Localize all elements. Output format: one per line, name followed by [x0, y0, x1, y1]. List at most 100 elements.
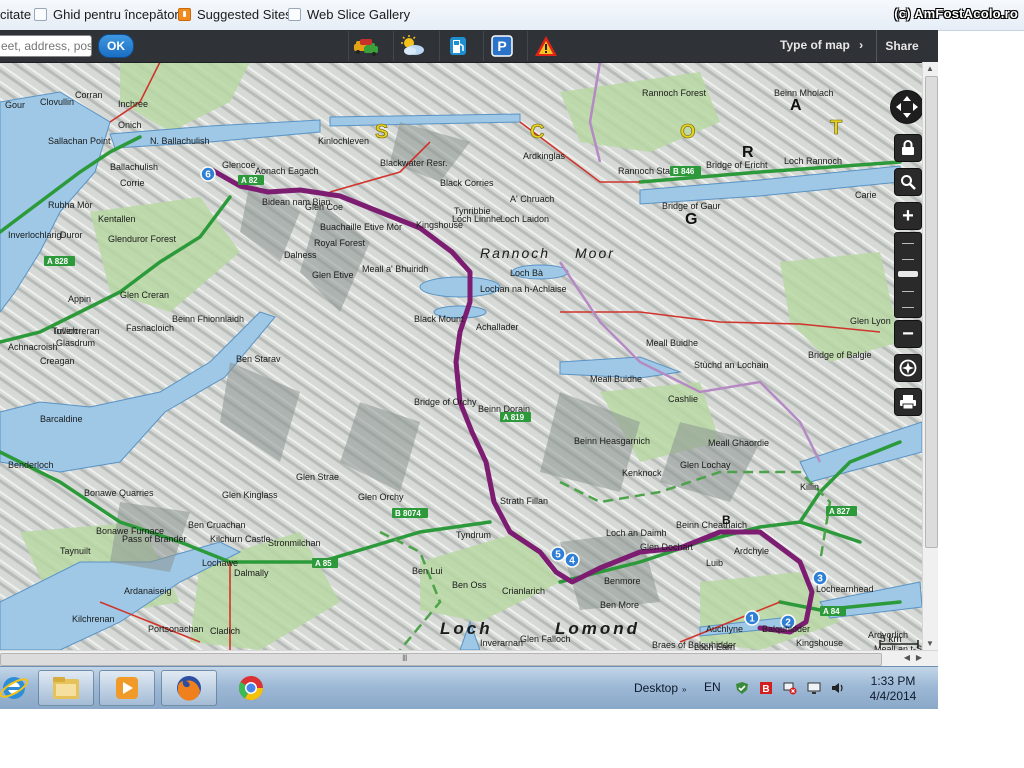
map-label-loch: Loch: [440, 619, 493, 638]
favorite-label: Suggested Sites: [197, 7, 292, 22]
network-error-icon[interactable]: [782, 680, 798, 696]
warning-icon: [535, 36, 557, 56]
route-marker-6[interactable]: 6: [200, 166, 216, 182]
taskbar-chrome[interactable]: [223, 670, 279, 706]
svg-text:B: B: [762, 684, 769, 695]
map-label-rannoch: Rannoch: [480, 245, 550, 261]
place-label: Ben Cruachan: [188, 520, 246, 530]
print-button[interactable]: [894, 388, 922, 416]
scroll-left-icon[interactable]: ◀: [904, 653, 910, 662]
place-label: Glen Dochart: [640, 542, 694, 552]
place-label: Glen Coe: [305, 202, 343, 212]
map-label-r: R: [742, 144, 754, 161]
system-clock[interactable]: 1:33 PM 4/4/2014: [862, 674, 924, 704]
layers-button[interactable]: [894, 354, 922, 382]
place-label: Tullich: [52, 326, 78, 336]
route-marker-1[interactable]: 1: [744, 610, 760, 626]
pan-icon: [896, 96, 918, 118]
place-label: Dalness: [284, 250, 317, 260]
place-label: Creagan: [40, 356, 75, 366]
place-label: Crianlarich: [502, 586, 545, 596]
map-search-button[interactable]: [894, 168, 922, 196]
place-label: Loch Bà: [510, 268, 543, 278]
place-label: Taynuilt: [60, 546, 91, 556]
zoom-in-button[interactable]: +: [894, 202, 922, 230]
road-code-shield: A 82: [238, 175, 264, 185]
zoom-out-button[interactable]: −: [894, 320, 922, 348]
place-label: Black Mount: [414, 314, 464, 324]
lock-button[interactable]: [894, 134, 922, 162]
place-label: Appin: [68, 294, 91, 304]
page-icon: [288, 8, 301, 21]
zoom-slider[interactable]: [894, 232, 922, 318]
desktop-toolbar-label[interactable]: Desktop: [634, 681, 678, 695]
taskbar-internet-explorer[interactable]: [0, 670, 42, 706]
place-label: Achallader: [476, 322, 519, 332]
language-indicator[interactable]: EN: [704, 680, 721, 694]
place-label: Ben More: [600, 600, 639, 610]
internet-explorer-icon: [0, 677, 29, 699]
place-label: Ben Lui: [412, 566, 443, 576]
share-button[interactable]: Share: [876, 30, 927, 62]
svg-text:A 84: A 84: [823, 607, 840, 616]
security-icon[interactable]: [734, 680, 750, 696]
pan-control[interactable]: [890, 90, 924, 124]
place-label: Royal Forest: [314, 238, 366, 248]
taskbar-media-player[interactable]: [99, 670, 155, 706]
favorites-bar: citate Ghid pentru începători Suggested …: [0, 0, 1024, 31]
place-label: Kentallen: [98, 214, 136, 224]
place-label: Beinn Fhionnlaidh: [172, 314, 244, 324]
clock-date: 4/4/2014: [869, 689, 917, 703]
vertical-scrollbar[interactable]: ▲ ▼: [922, 62, 938, 650]
suggested-sites-icon: [178, 8, 191, 21]
horizontal-scroll-thumb[interactable]: [0, 653, 882, 666]
route-marker-3[interactable]: 3: [812, 570, 828, 586]
route-marker-5[interactable]: 5: [550, 546, 566, 562]
place-label: Inverarnan: [480, 638, 523, 648]
fuel-button[interactable]: [439, 31, 476, 61]
volume-icon[interactable]: [830, 680, 846, 696]
traffic-button[interactable]: [348, 31, 385, 61]
vertical-scroll-thumb[interactable]: [925, 76, 938, 548]
search-ok-button[interactable]: OK: [98, 34, 134, 58]
favorite-item-web-slice-gallery[interactable]: Web Slice Gallery: [288, 7, 410, 22]
place-label: Glen Etive: [312, 270, 354, 280]
place-label: N. Ballachulish: [150, 136, 210, 146]
weather-button[interactable]: [393, 31, 430, 61]
place-label: Kingshouse: [796, 638, 843, 648]
zoom-slider-thumb[interactable]: [898, 270, 918, 277]
place-label: Bonawe Quarries: [84, 488, 154, 498]
map-label-c: C: [530, 121, 544, 143]
svg-text:B 846: B 846: [673, 167, 695, 176]
horizontal-scrollbar[interactable]: III ◀ ▶: [0, 650, 938, 666]
lock-icon: [902, 140, 914, 155]
place-label: Stronmilchan: [268, 538, 321, 548]
taskbar-file-explorer[interactable]: [38, 670, 94, 706]
favorite-item-ghid[interactable]: Ghid pentru începători: [34, 7, 182, 22]
favorite-item-citate[interactable]: citate: [0, 7, 31, 22]
double-chevron-icon[interactable]: »: [682, 685, 686, 694]
warnings-button[interactable]: [527, 31, 564, 61]
favorite-item-suggested-sites[interactable]: Suggested Sites: [178, 7, 292, 22]
scroll-up-icon[interactable]: ▲: [926, 64, 934, 73]
map-label-s: S: [375, 121, 388, 143]
place-label: Carie: [855, 190, 877, 200]
place-label: Blackwater Resr.: [380, 158, 448, 168]
place-label: Tynribbie: [454, 206, 491, 216]
svg-text:5: 5: [555, 550, 561, 561]
route-marker-4[interactable]: 4: [564, 552, 580, 568]
taskbar-firefox[interactable]: [161, 670, 217, 706]
svg-text:3: 3: [817, 574, 823, 585]
place-label: Luib: [706, 558, 723, 568]
place-label: Kilchrenan: [72, 614, 115, 624]
scroll-right-icon[interactable]: ▶: [916, 653, 922, 662]
address-search-input[interactable]: [0, 35, 92, 57]
display-icon[interactable]: [806, 680, 822, 696]
scroll-down-icon[interactable]: ▼: [926, 639, 934, 648]
road-map[interactable]: 1 2 3 4 5 6 Loch Lomond S C O T G R A B …: [0, 62, 922, 650]
place-label: Glen Lyon: [850, 316, 891, 326]
map-label-moor: Moor: [575, 245, 615, 261]
parking-button[interactable]: P: [483, 31, 520, 61]
type-of-map-button[interactable]: Type of map ›: [780, 38, 863, 52]
bitdefender-icon[interactable]: B: [758, 680, 774, 696]
